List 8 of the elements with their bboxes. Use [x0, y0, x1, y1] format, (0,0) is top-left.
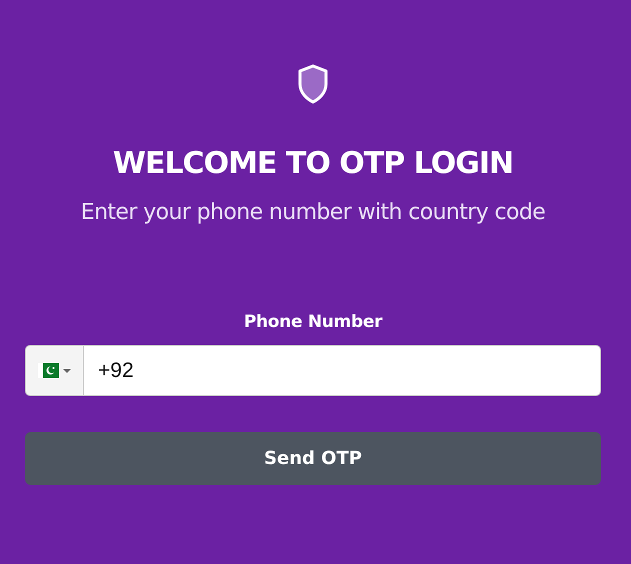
flag-icon: [38, 363, 59, 378]
field-label: Phone Number: [244, 312, 382, 332]
page-title: WELCOME TO OTP LOGIN: [112, 145, 514, 183]
subtitle: Enter your phone number with country code: [80, 199, 546, 227]
phone-input[interactable]: +92: [84, 345, 601, 396]
send-otp-button[interactable]: Send OTP: [25, 432, 601, 485]
country-selector[interactable]: [25, 345, 84, 396]
shield-icon: [297, 64, 329, 104]
